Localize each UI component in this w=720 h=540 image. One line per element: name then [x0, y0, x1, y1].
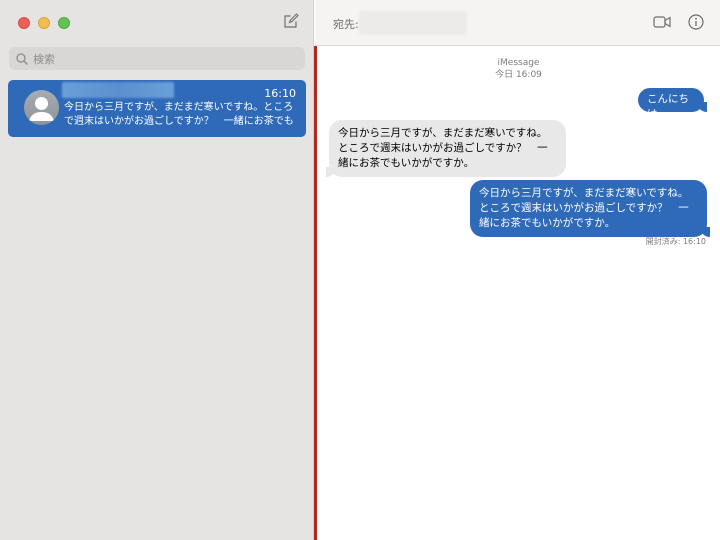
chat-header: 宛先:	[315, 0, 720, 46]
sidebar: 検索 16:10 今日から三月ですが、まだまだ寒いですね。ところで週末はいかがお…	[0, 0, 314, 540]
contact-name-redacted	[62, 82, 174, 98]
message-bubble-outgoing[interactable]: こんにちは	[638, 88, 707, 120]
message-bubble-incoming[interactable]: 今日から三月ですが、まだまだ寒いですね。ところで週末はいかがお過ごしですか？ 一…	[326, 120, 566, 177]
conversation-time: 16:10	[264, 87, 296, 100]
compose-icon[interactable]	[283, 13, 299, 29]
info-icon[interactable]	[688, 14, 704, 30]
video-call-icon[interactable]	[653, 15, 671, 29]
close-window-button[interactable]	[18, 17, 30, 29]
conversation-item[interactable]: 16:10 今日から三月ですが、まだまだ寒いですね。ところで週末はいかがお過ごし…	[8, 80, 306, 137]
chat-transcript[interactable]: iMessage 今日 16:09 こんにちは 今日から三月ですが、まだまだ寒い…	[317, 46, 720, 540]
read-receipt: 開封済み: 16:10	[645, 237, 706, 246]
to-label: 宛先:	[333, 18, 359, 31]
avatar-icon	[24, 90, 59, 125]
zoom-window-button[interactable]	[58, 17, 70, 29]
window-controls	[18, 17, 70, 29]
search-input[interactable]: 検索	[9, 47, 305, 70]
conversation-header-info: iMessage 今日 16:09	[317, 57, 720, 81]
conversation-preview: 今日から三月ですが、まだまだ寒いですね。ところで週末はいかがお過ごしですか？ 一…	[64, 102, 294, 127]
recipient-field-redacted[interactable]	[359, 11, 467, 35]
service-label: iMessage	[497, 58, 540, 68]
minimize-window-button[interactable]	[38, 17, 50, 29]
timestamp-label: 今日 16:09	[495, 70, 542, 80]
message-bubble-outgoing[interactable]: 今日から三月ですが、まだまだ寒いですね。ところで週末はいかがお過ごしですか？ 一…	[470, 180, 710, 237]
search-placeholder: 検索	[33, 52, 55, 66]
search-icon	[16, 52, 28, 65]
